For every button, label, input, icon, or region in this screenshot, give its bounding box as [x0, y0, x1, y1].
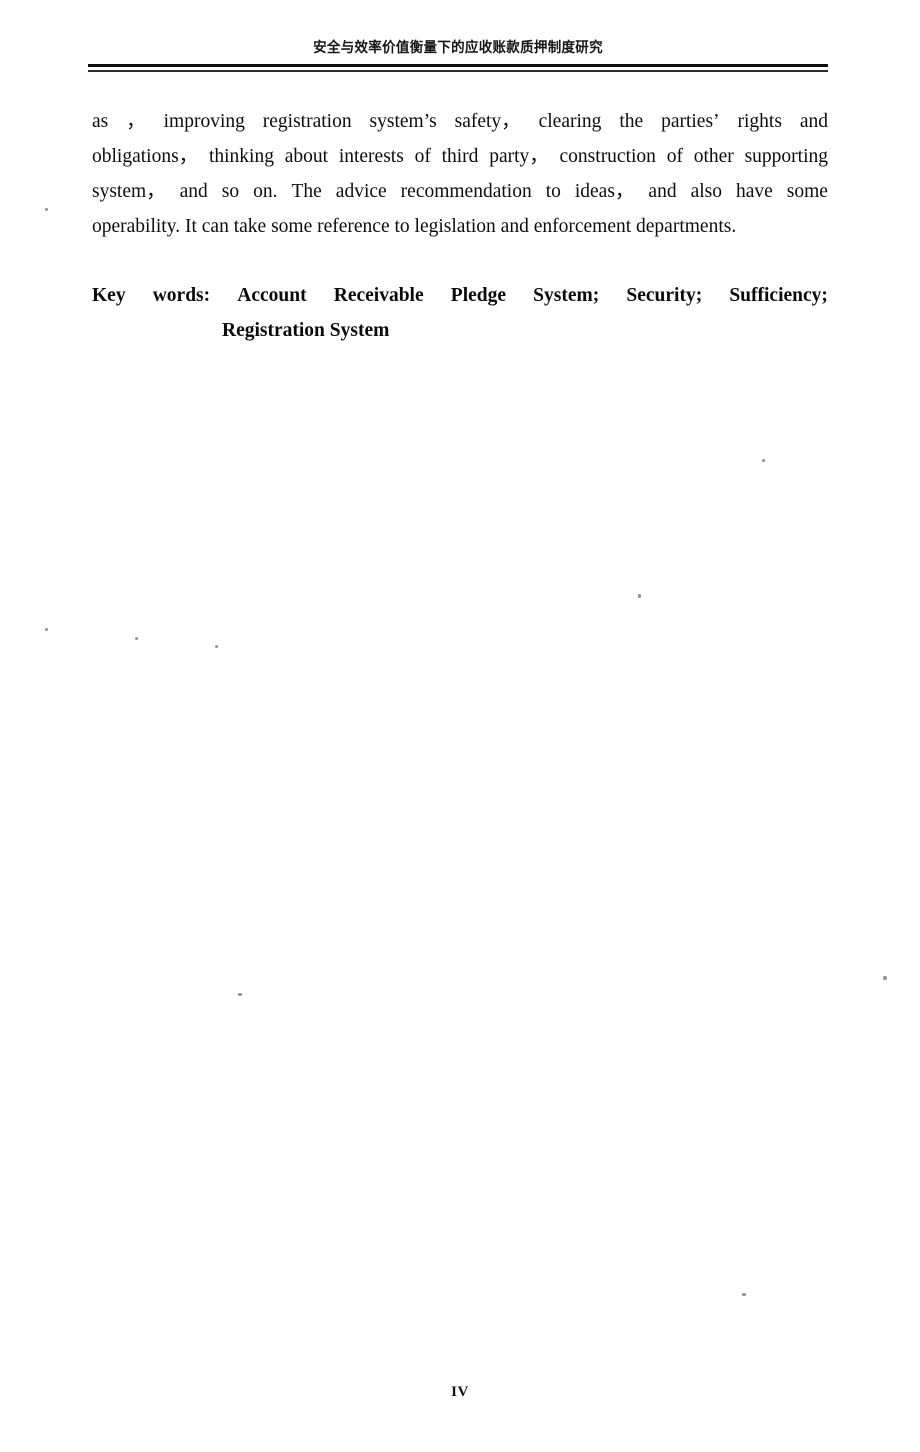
body-line-1-word-10: rights — [737, 111, 782, 132]
body-line-2-word-8: construction — [559, 146, 656, 167]
header-rule-thin — [88, 70, 828, 72]
keywords-line-1-word-8: Sufficiency; — [729, 285, 828, 306]
body-line-4-word-1: operability. — [92, 216, 181, 237]
body-line-4-word-4: take — [233, 216, 267, 237]
body-line-4-word-10: enforcement — [533, 216, 632, 237]
body-line-4-word-9: and — [500, 216, 529, 237]
scan-speckle — [45, 208, 48, 211]
body-line-4-word-2: It — [184, 216, 197, 237]
body-line-2-word-7: party， — [489, 146, 549, 167]
scan-speckle — [238, 993, 242, 996]
body-line-3-word-9: ideas， — [574, 181, 635, 202]
keywords-line-1: Key words: Account Receivable Pledge System; S… — [92, 278, 828, 313]
scan-speckle — [762, 459, 765, 462]
scan-speckle — [45, 628, 48, 631]
body-line-4-word-8: legislation — [414, 216, 496, 237]
body-line-2-word-5: of — [414, 146, 431, 167]
body-line-3-word-3: so — [221, 181, 240, 202]
keywords-line-1-word-3: Account — [237, 285, 307, 306]
body-line-3-word-13: some — [786, 181, 828, 202]
body-line-4-word-11: departments. — [636, 216, 737, 237]
body-line-3-word-10: and — [648, 181, 677, 202]
body-line-2: obligations， thinking about interests of thir… — [92, 139, 828, 174]
body-line-4-word-3: can — [201, 216, 229, 237]
keywords-line-1-word-7: Security; — [626, 285, 703, 306]
scan-speckle — [135, 637, 138, 640]
header-rule-group — [88, 64, 828, 73]
body-line-2-word-2: thinking — [208, 146, 274, 167]
header-rule-thick — [88, 64, 828, 67]
body-line-4-word-6: reference — [317, 216, 390, 237]
keywords-block: Key words: Account Receivable Pledge System; S… — [92, 278, 828, 348]
body-line-4-word-5: some — [271, 216, 313, 237]
body-line-3-word-5: The — [291, 181, 322, 202]
body-line-1-word-4: registration — [262, 111, 352, 132]
body-line-3-word-11: also — [690, 181, 722, 202]
keywords-line-1-word-4: Receivable — [333, 285, 424, 306]
running-header: 安全与效率价值衡量下的应收账款质押制度研究 — [88, 38, 828, 62]
body-line-3: system， and so on. The advice recommendation to… — [92, 174, 828, 209]
body-line-1-word-5: system’s — [369, 111, 437, 132]
body-line-1: as ， improving registration system’s safety， c… — [92, 104, 828, 139]
keywords-line-1-word-2: words: — [152, 285, 211, 306]
page-number: IV — [451, 1384, 469, 1400]
keywords-line-1-word-1: Key — [92, 285, 126, 306]
keywords-line-1-word-5: Pledge — [450, 285, 507, 306]
body-line-3-word-2: and — [179, 181, 208, 202]
body-line-2-word-3: about — [284, 146, 329, 167]
body-line-3-word-6: advice — [335, 181, 387, 202]
body-line-4: operability. It can take some reference … — [92, 209, 828, 244]
body-line-1-word-2: ， — [126, 111, 146, 132]
document-page: 安全与效率价值衡量下的应收账款质押制度研究 as ， improving regist… — [0, 0, 920, 1452]
body-line-3-word-1: system， — [92, 181, 166, 202]
body-line-3-word-12: have — [735, 181, 773, 202]
running-header-title: 安全与效率价值衡量下的应收账款质押制度研究 — [313, 39, 603, 57]
body-line-2-word-10: other — [693, 146, 734, 167]
scan-speckle — [742, 1293, 746, 1296]
body-line-2-word-1: obligations， — [92, 146, 199, 167]
body-line-2-word-11: supporting — [744, 146, 828, 167]
scan-speckle — [215, 645, 218, 648]
body-line-1-word-9: parties’ — [661, 111, 720, 132]
body-line-3-word-7: recommendation — [400, 181, 532, 202]
scan-speckle — [883, 976, 887, 980]
body-line-1-word-1: as — [92, 111, 109, 132]
scan-speckle — [638, 594, 641, 598]
body-line-2-word-4: interests — [338, 146, 404, 167]
keywords-line-1-word-6: System; — [533, 285, 600, 306]
body-line-2-word-9: of — [666, 146, 683, 167]
abstract-body: as ， improving registration system’s safety， c… — [92, 104, 828, 244]
body-line-1-word-6: safety， — [454, 111, 521, 132]
body-line-3-word-4: on. — [253, 181, 278, 202]
body-line-4-word-7: to — [394, 216, 410, 237]
keywords-line-2: Registration System — [92, 313, 828, 348]
body-line-1-word-11: and — [799, 111, 828, 132]
body-line-2-word-6: third — [441, 146, 479, 167]
body-line-3-word-8: to — [545, 181, 561, 202]
keywords-line-2-word-1: Registration System — [222, 320, 390, 341]
body-line-1-word-7: clearing — [538, 111, 602, 132]
body-line-1-word-3: improving — [163, 111, 245, 132]
body-line-1-word-8: the — [619, 111, 644, 132]
